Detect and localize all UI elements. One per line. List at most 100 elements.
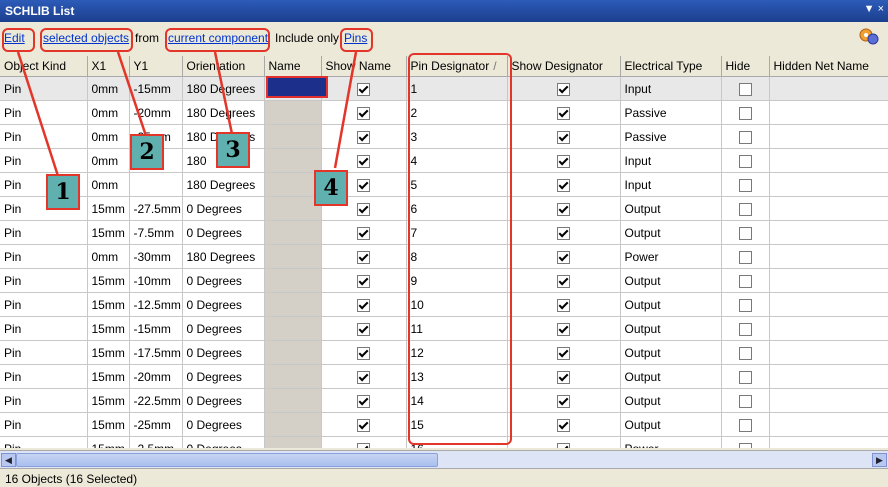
cell-orient[interactable]: 180 Degrees: [182, 172, 265, 197]
cell-type[interactable]: Output: [620, 316, 722, 341]
cell-show-name[interactable]: [321, 388, 407, 413]
cell-name[interactable]: [264, 172, 322, 197]
cell-show-name[interactable]: [321, 148, 407, 173]
checkbox-icon[interactable]: [357, 322, 370, 336]
cell-x1[interactable]: 15mm: [87, 292, 130, 317]
cell-kind[interactable]: Pin: [0, 76, 88, 101]
cell-show-name[interactable]: [321, 364, 407, 389]
checkbox-icon[interactable]: [557, 202, 570, 216]
cell-designator[interactable]: 15: [406, 412, 508, 437]
cell-name[interactable]: [264, 292, 322, 317]
cell-y1[interactable]: -20mm: [129, 364, 183, 389]
cell-type[interactable]: Power: [620, 436, 722, 448]
cell-kind[interactable]: Pin: [0, 220, 88, 245]
cell-x1[interactable]: 15mm: [87, 196, 130, 221]
column-header-orientation[interactable]: Orientation: [182, 56, 265, 77]
cell-designator[interactable]: 3: [406, 124, 508, 149]
checkbox-icon[interactable]: [738, 274, 752, 288]
cell-show-name[interactable]: [321, 292, 407, 317]
cell-type[interactable]: Passive: [620, 124, 722, 149]
cell-designator[interactable]: 5: [406, 172, 508, 197]
cell-y1[interactable]: -17.5mm: [129, 340, 183, 365]
checkbox-icon[interactable]: [557, 370, 570, 384]
cell-net[interactable]: [769, 436, 888, 448]
cell-kind[interactable]: Pin: [0, 364, 88, 389]
cell-designator[interactable]: 8: [406, 244, 508, 269]
cell-name[interactable]: [264, 340, 322, 365]
cell-kind[interactable]: Pin: [0, 148, 88, 173]
cell-y1[interactable]: -30mm: [129, 244, 183, 269]
cell-kind[interactable]: Pin: [0, 292, 88, 317]
selected-name-cell[interactable]: [266, 76, 328, 98]
cell-show-designator[interactable]: [507, 196, 621, 221]
cell-orient[interactable]: 0 Degrees: [182, 292, 265, 317]
cell-y1[interactable]: -22.5mm: [129, 388, 183, 413]
cell-designator[interactable]: 12: [406, 340, 508, 365]
cell-show-designator[interactable]: [507, 76, 621, 101]
cell-type[interactable]: Power: [620, 244, 722, 269]
cell-x1[interactable]: 15mm: [87, 412, 130, 437]
cell-designator[interactable]: 16: [406, 436, 508, 448]
cell-show-name[interactable]: [321, 124, 407, 149]
cell-x1[interactable]: 15mm: [87, 436, 130, 448]
cell-name[interactable]: [264, 436, 322, 448]
table-row[interactable]: Pin 15mm -27.5mm 0 Degrees 6 Output: [0, 196, 888, 221]
cell-designator[interactable]: 2: [406, 100, 508, 125]
selected-objects-link[interactable]: selected objects: [43, 31, 129, 45]
table-row[interactable]: Pin15mm-2.5mm0 Degrees 16 Power: [0, 436, 888, 448]
checkbox-icon[interactable]: [357, 154, 370, 168]
cell-y1[interactable]: -2.5mm: [129, 436, 183, 448]
checkbox-icon[interactable]: [738, 178, 752, 192]
table-row[interactable]: Pin 15mm -12.5mm 0 Degrees 10 Output: [0, 292, 888, 317]
cell-hide[interactable]: [721, 268, 770, 293]
cell-orient[interactable]: 0 Degrees: [182, 340, 265, 365]
cell-kind[interactable]: Pin: [0, 316, 88, 341]
cell-show-designator[interactable]: [507, 244, 621, 269]
cell-hide[interactable]: [721, 412, 770, 437]
cell-type[interactable]: Output: [620, 292, 722, 317]
checkbox-icon[interactable]: [738, 130, 752, 144]
table-row[interactable]: Pin 15mm -10mm 0 Degrees 9 Output: [0, 268, 888, 293]
table-row[interactable]: Pin 15mm -15mm 0 Degrees 11 Output: [0, 316, 888, 341]
cell-net[interactable]: [769, 244, 888, 269]
cell-kind[interactable]: Pin: [0, 268, 88, 293]
cell-type[interactable]: Input: [620, 148, 722, 173]
cell-hide[interactable]: [721, 364, 770, 389]
cell-name[interactable]: [264, 244, 322, 269]
cell-kind[interactable]: Pin: [0, 124, 88, 149]
cell-y1[interactable]: -15mm: [129, 316, 183, 341]
cell-name[interactable]: [264, 316, 322, 341]
checkbox-icon[interactable]: [738, 346, 752, 360]
checkbox-icon[interactable]: [557, 250, 570, 264]
checkbox-icon[interactable]: [738, 154, 752, 168]
cell-net[interactable]: [769, 100, 888, 125]
cell-x1[interactable]: 15mm: [87, 388, 130, 413]
cell-type[interactable]: Output: [620, 340, 722, 365]
cell-designator[interactable]: 1: [406, 76, 508, 101]
checkbox-icon[interactable]: [557, 130, 570, 144]
cell-kind[interactable]: Pin: [0, 244, 88, 269]
cell-type[interactable]: Input: [620, 172, 722, 197]
column-header-y1[interactable]: Y1: [129, 56, 183, 77]
cell-type[interactable]: Output: [620, 220, 722, 245]
scrollbar-thumb[interactable]: [16, 453, 438, 467]
checkbox-icon[interactable]: [357, 130, 370, 144]
cell-orient[interactable]: 0 Degrees: [182, 220, 265, 245]
column-header-name[interactable]: Name: [264, 56, 322, 77]
cell-net[interactable]: [769, 220, 888, 245]
checkbox-icon[interactable]: [738, 202, 752, 216]
cell-show-name[interactable]: [321, 100, 407, 125]
cell-net[interactable]: [769, 364, 888, 389]
table-row[interactable]: Pin 0mm -30mm 180 Degrees 8 Power: [0, 244, 888, 269]
table-row[interactable]: Pin 0mm -20mm 180 Degrees 2 Passive: [0, 100, 888, 125]
cell-show-designator[interactable]: [507, 148, 621, 173]
cell-x1[interactable]: 0mm: [87, 76, 130, 101]
column-header-show-designator[interactable]: Show Designator: [507, 56, 621, 77]
cell-y1[interactable]: -25mm: [129, 412, 183, 437]
column-header-object-kind[interactable]: Object Kind: [0, 56, 88, 77]
checkbox-icon[interactable]: [357, 418, 370, 432]
cell-designator[interactable]: 4: [406, 148, 508, 173]
checkbox-icon[interactable]: [738, 418, 752, 432]
checkbox-icon[interactable]: [357, 274, 370, 288]
cell-orient[interactable]: 0 Degrees: [182, 412, 265, 437]
